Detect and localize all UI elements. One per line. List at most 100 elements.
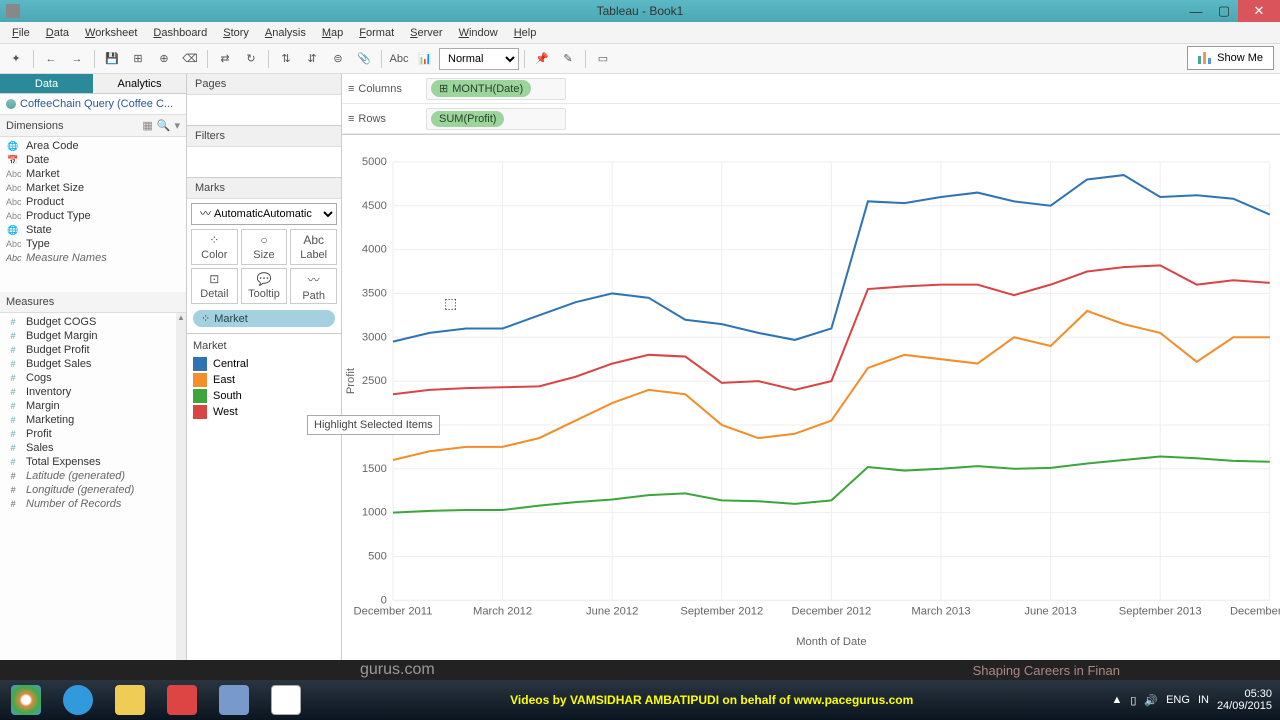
tray-clock[interactable]: 05:3024/09/2015 <box>1217 688 1272 712</box>
view-icon[interactable]: ▦ <box>142 119 152 132</box>
pin-button[interactable]: 📌 <box>530 48 554 70</box>
dimension-field[interactable]: 🌐State <box>0 223 186 237</box>
menu-story[interactable]: Story <box>215 25 257 41</box>
menu-window[interactable]: Window <box>451 25 506 41</box>
measure-field[interactable]: #Budget Sales <box>0 357 186 371</box>
dimension-field[interactable]: 📅Date <box>0 153 186 167</box>
measure-field[interactable]: #Margin <box>0 399 186 413</box>
forward-button[interactable]: → <box>65 48 89 70</box>
highlight-button[interactable]: ✎ <box>556 48 580 70</box>
tray-sound-icon[interactable]: 🔊 <box>1144 694 1158 707</box>
menu-help[interactable]: Help <box>506 25 545 41</box>
svg-text:June 2012: June 2012 <box>586 606 638 618</box>
group-button[interactable]: ⊜ <box>326 48 350 70</box>
sort-desc-button[interactable]: ⇵ <box>300 48 324 70</box>
measure-field[interactable]: #Total Expenses <box>0 455 186 469</box>
pages-shelf[interactable]: Pages <box>187 74 341 95</box>
globe-icon: 🌐 <box>6 141 20 152</box>
analytics-tab[interactable]: Analytics <box>93 74 186 93</box>
attach-button[interactable]: 📎 <box>352 48 376 70</box>
measure-field[interactable]: #Latitude (generated) <box>0 469 186 483</box>
menu-analysis[interactable]: Analysis <box>257 25 314 41</box>
menu-server[interactable]: Server <box>402 25 450 41</box>
tray-flag-icon[interactable]: ▲ <box>1111 694 1122 706</box>
mark-label-button[interactable]: AbcLabel <box>290 229 337 265</box>
chart-type-button[interactable]: 📊 <box>413 48 437 70</box>
measure-field[interactable]: #Cogs <box>0 371 186 385</box>
fit-select[interactable]: Normal <box>439 48 519 70</box>
show-me-button[interactable]: Show Me <box>1187 46 1274 70</box>
dimension-field[interactable]: AbcProduct Type <box>0 209 186 223</box>
menu-worksheet[interactable]: Worksheet <box>77 25 145 41</box>
menu-data[interactable]: Data <box>38 25 77 41</box>
legend-item[interactable]: Central <box>193 356 335 372</box>
svg-text:5000: 5000 <box>362 156 387 168</box>
menu-dashboard[interactable]: Dashboard <box>145 25 215 41</box>
minimize-button[interactable]: — <box>1182 0 1210 22</box>
measure-field[interactable]: #Number of Records <box>0 497 186 511</box>
marks-pill-market[interactable]: ⁘ Market <box>193 310 335 327</box>
mark-color-button[interactable]: ⁘Color <box>191 229 238 265</box>
menu-format[interactable]: Format <box>351 25 402 41</box>
show-me-icon <box>1198 52 1211 64</box>
measure-field[interactable]: #Profit <box>0 427 186 441</box>
legend-item[interactable]: East <box>193 372 335 388</box>
measure-field[interactable]: #Budget Margin <box>0 329 186 343</box>
datasource-item[interactable]: CoffeeChain Query (Coffee C... <box>0 94 186 115</box>
dimension-field[interactable]: AbcProduct <box>0 195 186 209</box>
ie-icon[interactable] <box>54 682 102 718</box>
tray-lang[interactable]: ENG <box>1166 694 1190 706</box>
hash-icon: # <box>6 429 20 439</box>
dimension-field[interactable]: 🌐Area Code <box>0 139 186 153</box>
refresh-button[interactable]: ↻ <box>239 48 263 70</box>
columns-pill[interactable]: ⊞ MONTH(Date) <box>431 80 531 97</box>
mark-size-button[interactable]: ○Size <box>241 229 288 265</box>
presentation-button[interactable]: ▭ <box>591 48 615 70</box>
mark-tooltip-button[interactable]: 💬Tooltip <box>241 268 288 304</box>
dimension-field[interactable]: AbcType <box>0 237 186 251</box>
marks-type-select[interactable]: 〰 AutomaticAutomatic <box>191 203 337 225</box>
menu-map[interactable]: Map <box>314 25 351 41</box>
data-tab[interactable]: Data <box>0 74 93 93</box>
tray-kb[interactable]: IN <box>1198 694 1209 706</box>
maximize-button[interactable]: ▢ <box>1210 0 1238 22</box>
mark-path-button[interactable]: 〰Path <box>290 268 337 304</box>
legend-item[interactable]: South <box>193 388 335 404</box>
highlight-tooltip: Highlight Selected Items <box>307 415 440 435</box>
swap-button[interactable]: ⇄ <box>213 48 237 70</box>
measure-field[interactable]: #Inventory <box>0 385 186 399</box>
close-button[interactable]: ✕ <box>1238 0 1280 22</box>
tableau-icon[interactable]: ✦ <box>4 48 28 70</box>
chart-canvas[interactable]: 0500100015002000250030003500400045005000… <box>342 135 1280 668</box>
explorer-icon[interactable] <box>106 682 154 718</box>
video-banner: gurus.com Shaping Careers in Finan <box>0 660 1280 680</box>
measure-field[interactable]: #Marketing <box>0 413 186 427</box>
rows-label: ≡ Rows <box>348 113 418 125</box>
search-icon[interactable]: 🔍 <box>157 119 171 132</box>
dimension-field[interactable]: AbcMarket <box>0 167 186 181</box>
measure-field[interactable]: #Budget Profit <box>0 343 186 357</box>
legend-swatch <box>193 357 207 371</box>
back-button[interactable]: ← <box>39 48 63 70</box>
powerpoint-icon[interactable] <box>158 682 206 718</box>
sort-asc-button[interactable]: ⇅ <box>274 48 298 70</box>
chrome-icon[interactable] <box>2 682 50 718</box>
measure-field[interactable]: #Budget COGS <box>0 315 186 329</box>
clear-button[interactable]: ⌫ <box>178 48 202 70</box>
snip-icon[interactable] <box>210 682 258 718</box>
measure-field[interactable]: #Sales <box>0 441 186 455</box>
menu-icon[interactable]: ▾ <box>174 119 180 132</box>
save-button[interactable]: 💾 <box>100 48 124 70</box>
new-datasource-button[interactable]: ⊞ <box>126 48 150 70</box>
label-button[interactable]: Abc <box>387 48 411 70</box>
dimension-field[interactable]: AbcMeasure Names <box>0 251 186 265</box>
menu-file[interactable]: File <box>4 25 38 41</box>
rows-pill[interactable]: SUM(Profit) <box>431 111 504 127</box>
tableau-task-icon[interactable] <box>262 682 310 718</box>
mark-detail-button[interactable]: ⊡Detail <box>191 268 238 304</box>
new-worksheet-button[interactable]: ⊕ <box>152 48 176 70</box>
tray-battery-icon[interactable]: ▯ <box>1130 694 1136 707</box>
filters-shelf[interactable]: Filters <box>187 126 341 147</box>
measure-field[interactable]: #Longitude (generated) <box>0 483 186 497</box>
dimension-field[interactable]: AbcMarket Size <box>0 181 186 195</box>
